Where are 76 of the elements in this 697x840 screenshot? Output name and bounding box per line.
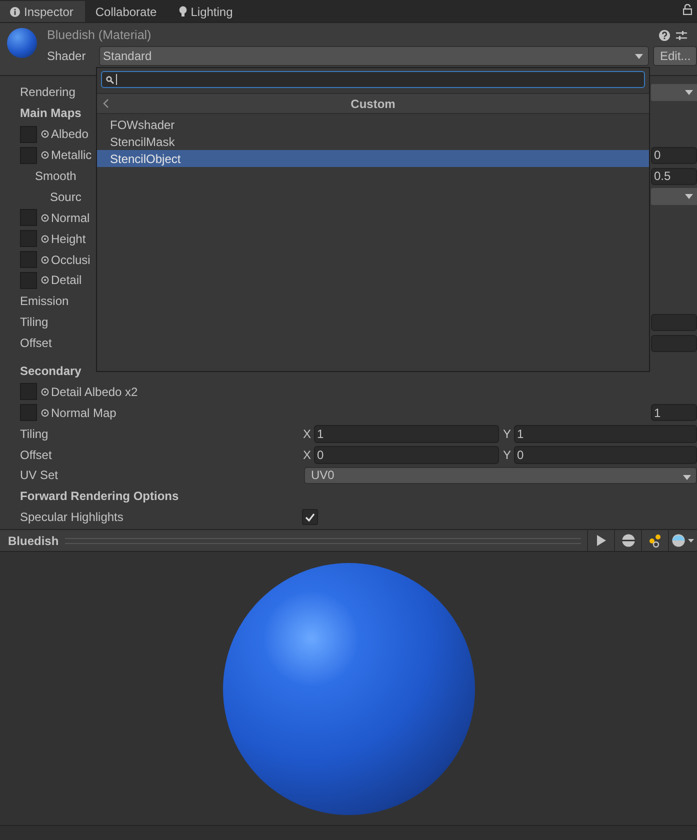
- object-picker-icon[interactable]: [41, 388, 49, 396]
- property-label: Emission: [20, 294, 69, 308]
- property-label: Metallic: [51, 148, 92, 162]
- check-icon: [305, 512, 315, 522]
- axis-label: Y: [502, 448, 511, 462]
- property-label: Specular Highlights: [20, 510, 124, 524]
- property-label: Tiling: [20, 426, 48, 441]
- section-header: Main Maps: [20, 106, 82, 120]
- property-label: Detail: [51, 273, 82, 288]
- lock-icon[interactable]: [683, 4, 692, 15]
- search-icon: [106, 76, 114, 84]
- property-label: Offset: [20, 336, 52, 350]
- number-field[interactable]: 1: [514, 424, 697, 443]
- dropdown[interactable]: [651, 188, 697, 206]
- property-label: Normal Map: [51, 406, 116, 420]
- property-label: Sourc: [50, 190, 82, 204]
- skybox-button[interactable]: [668, 530, 697, 551]
- property-label: Smooth: [35, 169, 76, 183]
- property-label: Height: [51, 232, 86, 246]
- play-icon: [596, 535, 606, 546]
- dropdown[interactable]: [651, 84, 697, 101]
- number-field[interactable]: 0: [651, 146, 697, 164]
- object-picker-icon[interactable]: [41, 408, 49, 417]
- section-header: Forward Rendering Options: [20, 489, 180, 504]
- axis-label: X: [302, 426, 311, 441]
- number-field[interactable]: 1: [651, 404, 697, 422]
- caret-icon: [685, 90, 693, 95]
- light-bulb-icon: [178, 6, 187, 17]
- material-sphere-icon: [7, 28, 37, 58]
- search-field[interactable]: [101, 71, 645, 88]
- number-field[interactable]: [651, 314, 697, 331]
- property-label: Occlusi: [51, 252, 90, 267]
- edit-button[interactable]: Edit...: [653, 46, 697, 66]
- preview-title: Bluedish: [7, 534, 60, 548]
- tab[interactable]: Inspector: [0, 1, 86, 22]
- category-title: Custom: [350, 96, 396, 110]
- object-picker-icon[interactable]: [41, 214, 49, 222]
- info-icon: [10, 6, 20, 16]
- property-label: Normal: [51, 210, 90, 225]
- object-picker-icon[interactable]: [41, 130, 49, 138]
- help-icon[interactable]: [659, 30, 670, 40]
- number-field[interactable]: 0.5: [651, 168, 697, 184]
- axis-label: X: [302, 448, 311, 462]
- shader-item[interactable]: FOWshader: [97, 116, 649, 133]
- material-title: Bluedish (Material): [47, 28, 152, 42]
- caret-icon: [683, 474, 691, 480]
- property-label: Rendering: [20, 85, 76, 100]
- shader-item[interactable]: StencilObject: [97, 150, 649, 167]
- property-label: Detail Albedo x2: [51, 384, 138, 399]
- dropdown[interactable]: UV0: [304, 466, 697, 484]
- property-label: Offset: [20, 448, 52, 462]
- property-label: Tiling: [20, 315, 48, 330]
- number-field[interactable]: 0: [514, 446, 697, 464]
- axis-label: Y: [502, 426, 511, 441]
- object-picker-icon[interactable]: [41, 151, 49, 160]
- caret-icon: [635, 54, 643, 59]
- settings-icon[interactable]: [676, 30, 687, 40]
- tab[interactable]: Collaborate: [85, 1, 169, 22]
- shader-label: Shader: [47, 49, 87, 63]
- section-header: Secondary: [20, 364, 82, 378]
- number-field[interactable]: 0: [314, 446, 499, 464]
- number-field[interactable]: 1: [314, 424, 499, 443]
- property-label: UV Set: [20, 468, 58, 482]
- object-picker-icon[interactable]: [41, 276, 49, 284]
- sphere-icon: [622, 534, 634, 547]
- lights-icon: [648, 534, 662, 548]
- skybox-icon: [672, 534, 694, 547]
- number-field[interactable]: [651, 334, 697, 352]
- tab[interactable]: Lighting: [168, 1, 245, 22]
- caret-icon: [685, 194, 693, 200]
- checkbox[interactable]: [302, 509, 318, 526]
- object-picker-icon[interactable]: [41, 256, 49, 264]
- shader-dropdown[interactable]: Standard: [99, 46, 649, 66]
- object-picker-icon[interactable]: [41, 234, 49, 243]
- shader-item[interactable]: StencilMask: [97, 133, 649, 150]
- property-label: Albedo: [51, 127, 88, 142]
